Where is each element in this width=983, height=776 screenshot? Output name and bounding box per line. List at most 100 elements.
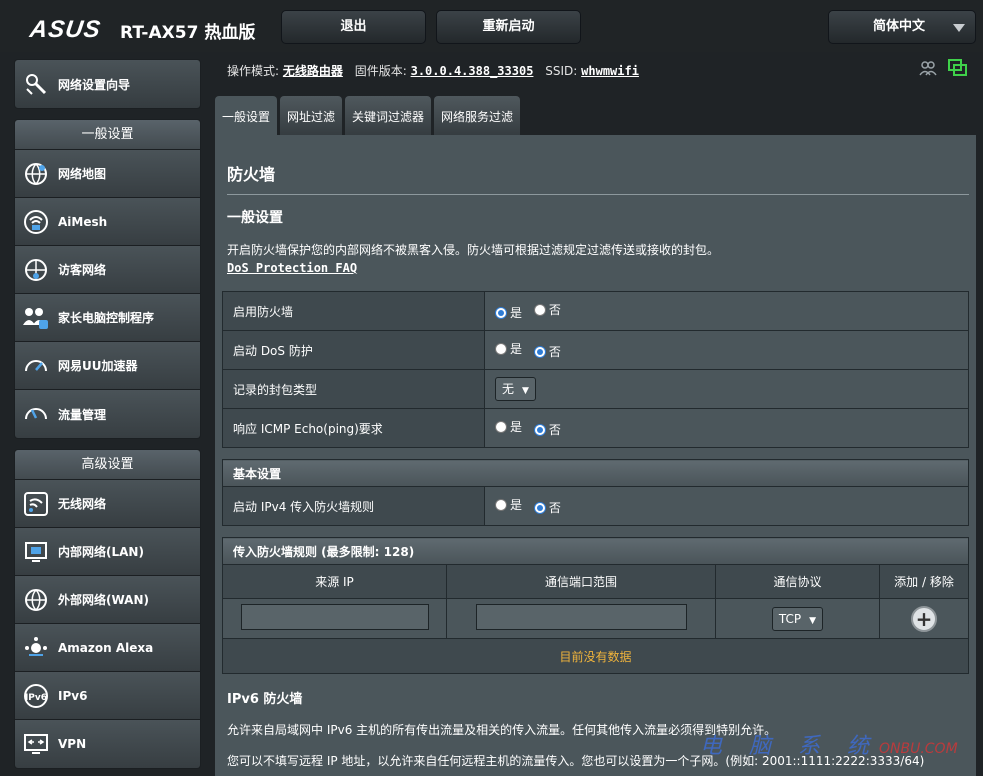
table-row: 目前没有数据 (222, 638, 969, 674)
logout-button[interactable]: 退出 (281, 10, 426, 44)
tab-keyword-filter[interactable]: 关键词过滤器 (345, 96, 432, 136)
sidebar-item-label: VPN (58, 737, 87, 751)
sidebar-item-vpn[interactable]: VPN (15, 720, 200, 768)
col-source-ip: 来源 IP (222, 564, 447, 599)
firmware-label: 固件版本: (354, 64, 407, 78)
sidebar-item-network-map[interactable]: 网络地图 (15, 150, 200, 198)
enable-firewall-yes-radio[interactable]: 是 (495, 304, 522, 321)
ssid-link[interactable]: whwmwifi (581, 64, 639, 78)
status-icons (918, 59, 968, 80)
dos-protection-yes-radio[interactable]: 是 (495, 340, 522, 357)
radio-label: 否 (548, 423, 561, 437)
ipv4-rules-no-radio[interactable]: 否 (533, 499, 561, 516)
language-label: 简体中文 (873, 19, 926, 34)
ipv4-rules-yes-radio[interactable]: 是 (495, 496, 522, 513)
sidebar-item-wireless[interactable]: 无线网络 (15, 480, 200, 528)
row-field: 是 否 (484, 486, 969, 526)
sidebar-item-uu-accelerator[interactable]: 网易UU加速器 (15, 342, 200, 390)
language-select[interactable]: 简体中文 (828, 10, 976, 44)
col-add-remove: 添加 / 移除 (879, 564, 969, 599)
port-range-cell (446, 598, 716, 639)
logged-packets-select[interactable]: 无 ▼ (495, 377, 536, 401)
sidebar-item-label: Amazon Alexa (58, 640, 154, 655)
table-row: 启用防火墙 是 否 (222, 291, 969, 331)
tab-url-filter[interactable]: 网址过滤 (280, 96, 343, 136)
radio-dot (533, 501, 546, 514)
protocol-select[interactable]: TCP ▼ (771, 606, 824, 631)
radio-label: 否 (548, 303, 561, 317)
watermark: 电 脑 系 统ONBU.COM (700, 728, 958, 760)
row-field: 无 ▼ (484, 369, 969, 409)
radio-dot (533, 303, 546, 316)
ssid-label: SSID: (545, 64, 578, 78)
firewall-settings-table: 启用防火墙 是 否 启动 DoS 防护 是 否 记录的封包类型 无 ▼ 响应 IC… (222, 291, 969, 448)
sidebar-item-traffic-manager[interactable]: 流量管理 (15, 390, 200, 438)
row-field: 是 否 (484, 291, 969, 331)
wifi-icon (21, 489, 51, 519)
table-row: 启动 IPv4 传入防火墙规则 是 否 (222, 486, 969, 526)
radio-dot (495, 342, 507, 355)
enable-firewall-no-radio[interactable]: 否 (533, 301, 561, 318)
icmp-echo-no-radio[interactable]: 否 (533, 421, 561, 438)
add-cell: + (879, 598, 969, 639)
radio-dot (495, 306, 507, 319)
status-info-bar: 操作模式: 无线路由器 固件版本: 3.0.0.4.388_33305 SSID… (227, 62, 647, 79)
sidebar-item-wan[interactable]: 外部网络(WAN) (15, 576, 200, 624)
title-divider (227, 194, 969, 195)
asus-logo: ASUS (28, 16, 103, 43)
radio-label: 是 (510, 342, 523, 356)
port-range-input[interactable] (475, 604, 687, 630)
sidebar-item-label: 流量管理 (58, 407, 107, 422)
add-rule-button[interactable]: + (911, 605, 937, 632)
table-row: 记录的封包类型 无 ▼ (222, 369, 969, 409)
sidebar-item-label: 外部网络(WAN) (58, 593, 149, 607)
sidebar-item-aimesh[interactable]: AiMesh (15, 198, 200, 246)
table-row: TCP ▼ + (222, 598, 969, 639)
firmware-link[interactable]: 3.0.0.4.388_33305 (411, 64, 534, 78)
radio-dot (495, 498, 507, 511)
sidebar-item-label: 内部网络(LAN) (58, 545, 144, 559)
sidebar-item-wizard[interactable]: 网络设置向导 (14, 59, 201, 109)
table-row: 基本设置 (222, 459, 969, 487)
sidebar-item-label: 网络设置向导 (58, 77, 131, 92)
radio-label: 是 (510, 306, 523, 320)
sidebar-item-parental-control[interactable]: 家长电脑控制程序 (15, 294, 200, 342)
network-status-icon[interactable] (948, 59, 968, 80)
tab-general[interactable]: 一般设置 (215, 96, 278, 136)
protocol-cell: TCP ▼ (715, 598, 880, 639)
radio-label: 否 (548, 501, 561, 515)
watermark-domain: ONBU.COM (878, 741, 958, 757)
sidebar-item-ipv6[interactable]: IPv6 IPv6 (15, 672, 200, 720)
radio-dot (495, 420, 507, 433)
basic-settings-table: 基本设置 启动 IPv4 传入防火墙规则 是 否 (222, 459, 969, 526)
select-value: 无 (502, 382, 515, 396)
row-label: 响应 ICMP Echo(ping)要求 (222, 408, 485, 448)
lan-icon (21, 537, 51, 567)
dos-faq-link[interactable]: DoS Protection FAQ (227, 261, 357, 275)
reboot-button[interactable]: 重新启动 (436, 10, 581, 44)
mode-link[interactable]: 无线路由器 (283, 64, 343, 78)
sidebar-item-alexa[interactable]: Amazon Alexa (15, 624, 200, 672)
radio-label: 是 (510, 498, 523, 512)
aimesh-icon (21, 207, 51, 237)
sidebar-item-lan[interactable]: 内部网络(LAN) (15, 528, 200, 576)
tab-service-filter[interactable]: 网络服务过滤 (434, 96, 521, 136)
sidebar-item-label: 无线网络 (58, 497, 107, 511)
model-name: RT-AX57 热血版 (120, 23, 256, 43)
chevron-down-icon (953, 24, 965, 32)
dos-protection-no-radio[interactable]: 否 (533, 343, 561, 360)
table-row: 启动 DoS 防护 是 否 (222, 330, 969, 370)
vpn-icon (21, 729, 51, 759)
icmp-echo-yes-radio[interactable]: 是 (495, 418, 522, 435)
guest-network-icon (21, 255, 51, 285)
mode-label: 操作模式: (227, 64, 280, 78)
chevron-down-icon: ▼ (809, 615, 817, 626)
sidebar-item-guest-network[interactable]: 访客网络 (15, 246, 200, 294)
table-header-row: 来源 IP 通信端口范围 通信协议 添加 / 移除 (222, 564, 969, 599)
col-protocol: 通信协议 (715, 564, 880, 599)
alexa-icon (21, 633, 51, 663)
clients-icon[interactable] (918, 59, 938, 80)
source-ip-input[interactable] (240, 604, 429, 630)
main-content: 防火墙 一般设置 开启防火墙保护您的内部网络不被黑客入侵。防火墙可根据过滤规定过… (215, 135, 976, 776)
watermark-text: 电 脑 系 统 (700, 734, 879, 759)
